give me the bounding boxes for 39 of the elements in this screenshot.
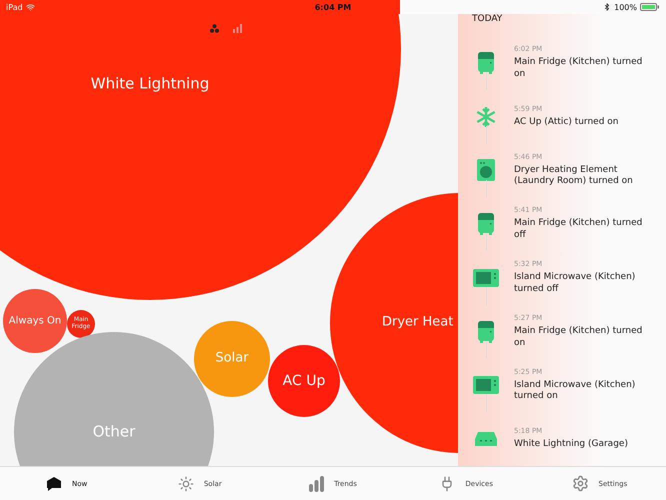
bubble[interactable]: Solar bbox=[194, 321, 270, 397]
event-text: Main Fridge (Kitchen) turned on bbox=[514, 326, 644, 350]
bubble[interactable]: AC Up bbox=[268, 345, 340, 417]
car-icon bbox=[474, 430, 498, 448]
snowflake-icon bbox=[475, 106, 497, 128]
battery-icon bbox=[640, 3, 660, 11]
event-text: Dryer Heating Element (Laundry Room) turned on bbox=[514, 164, 634, 188]
bubbles-icon[interactable] bbox=[210, 24, 219, 33]
fridge-icon bbox=[478, 320, 494, 343]
device-name: iPad bbox=[6, 2, 23, 12]
bubble-label: Solar bbox=[215, 352, 249, 366]
settings-icon bbox=[572, 475, 589, 492]
bubble[interactable]: Dryer Heat bbox=[330, 193, 458, 453]
bubble[interactable]: Always On bbox=[3, 289, 67, 353]
fridge-icon bbox=[478, 213, 494, 236]
bubble[interactable]: White Lightning bbox=[0, 14, 401, 300]
event-text: Island Microwave (Kitchen) turned off bbox=[514, 272, 636, 296]
event-text: Main Fridge (Kitchen) turned off bbox=[514, 218, 644, 242]
speech-bubble-icon bbox=[46, 476, 62, 492]
event-text: AC Up (Attic) turned on bbox=[514, 116, 620, 128]
bubble-label: Other bbox=[92, 423, 136, 441]
bubble-label: AC Up bbox=[282, 372, 326, 390]
washing-machine-icon bbox=[477, 159, 495, 182]
bubble-label: Dryer Heat bbox=[382, 316, 454, 330]
event-text: White Lightning (Garage) bbox=[514, 439, 629, 451]
microwave-icon bbox=[473, 376, 499, 394]
clock: 6:04 PM bbox=[314, 2, 352, 12]
feed-heading: TODAY bbox=[472, 14, 504, 24]
wifi-icon bbox=[26, 2, 35, 12]
bubble-label: Always On bbox=[8, 315, 62, 327]
event-text: Island Microwave (Kitchen) turned on bbox=[514, 380, 636, 404]
bubble-label: White Lightning bbox=[90, 75, 210, 93]
fridge-icon bbox=[478, 52, 494, 74]
bluetooth-icon bbox=[603, 3, 612, 11]
event-text: Main Fridge (Kitchen) turned on bbox=[514, 57, 644, 81]
sun-icon bbox=[178, 476, 194, 492]
microwave-icon bbox=[473, 268, 499, 287]
battery-percent: 100% bbox=[614, 2, 637, 12]
bar-chart-icon bbox=[309, 476, 324, 492]
